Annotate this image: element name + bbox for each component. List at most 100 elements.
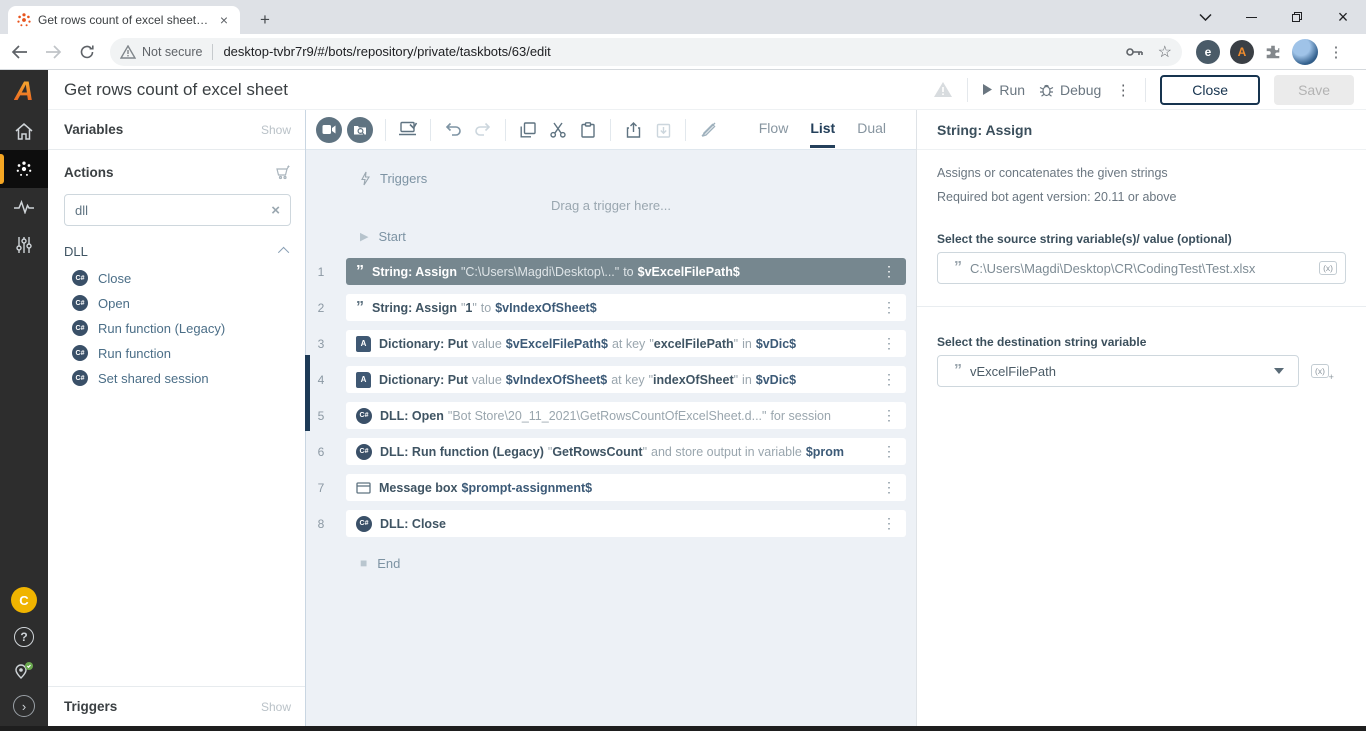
action-row[interactable]: 1”String: Assign"C:\Users\Magdi\Desktop\…	[306, 258, 906, 285]
detail-panel-header: String: Assign	[917, 110, 1366, 150]
action-card[interactable]: ADictionary: Putvalue$vExcelFilePath$at …	[346, 330, 906, 357]
action-card[interactable]: C#DLL: Close⋮	[346, 510, 906, 537]
bottom-strip	[0, 726, 1366, 731]
row-number: 4	[306, 373, 336, 387]
action-card[interactable]: ADictionary: Putvalue$vIndexOfSheet$at k…	[346, 366, 906, 393]
browser-tab[interactable]: Get rows count of excel sheet | E ×	[8, 6, 240, 34]
action-row[interactable]: 4 ADictionary: Putvalue$vIndexOfSheet$at …	[306, 366, 906, 393]
start-node[interactable]: ▶ Start	[360, 224, 916, 248]
bookmark-star-icon[interactable]: ☆	[1158, 42, 1172, 62]
extension-e-icon[interactable]: e	[1196, 40, 1220, 64]
undo-button[interactable]	[440, 118, 466, 142]
row-number: 2	[306, 301, 336, 315]
action-row[interactable]: 6C#DLL: Run function (Legacy)"GetRowsCou…	[306, 438, 906, 465]
extensions-puzzle-icon[interactable]	[1264, 43, 1282, 61]
settings-sliders-icon[interactable]	[0, 226, 48, 264]
row-menu-button[interactable]: ⋮	[882, 443, 896, 460]
row-menu-button[interactable]: ⋮	[882, 407, 896, 424]
import-button[interactable]	[650, 118, 676, 142]
row-menu-button[interactable]: ⋮	[882, 515, 896, 532]
triggers-show-button[interactable]: Show	[261, 700, 291, 714]
bots-icon[interactable]	[0, 150, 48, 188]
collapse-chevron-icon[interactable]	[278, 247, 289, 258]
copy-button[interactable]	[515, 118, 541, 142]
action-row[interactable]: 7Message box$prompt-assignment$⋮	[306, 474, 906, 501]
expand-rail-icon[interactable]: ›	[13, 695, 35, 717]
actions-search-field[interactable]: ×	[64, 194, 291, 226]
create-variable-button[interactable]: (x)+	[1311, 364, 1329, 379]
action-item[interactable]: C#Run function (Legacy)	[48, 316, 305, 340]
recorder-button[interactable]	[316, 117, 342, 143]
triggers-node[interactable]: Triggers	[360, 166, 916, 190]
bot-store-icon[interactable]	[275, 164, 291, 180]
search-input[interactable]	[75, 203, 271, 218]
tab-list[interactable]: List	[810, 120, 835, 148]
run-button[interactable]: Run	[982, 82, 1025, 98]
row-menu-button[interactable]: ⋮	[882, 479, 896, 496]
action-row[interactable]: 3ADictionary: Putvalue$vExcelFilePath$at…	[306, 330, 906, 357]
device-status-icon[interactable]	[13, 661, 35, 681]
insert-variable-button[interactable]: (x)	[1319, 261, 1337, 276]
action-card[interactable]: C#DLL: Open"Bot Store\20_11_2021\GetRows…	[346, 402, 906, 429]
action-card[interactable]: ”String: Assign"C:\Users\Magdi\Desktop\.…	[346, 258, 906, 285]
action-item[interactable]: C#Set shared session	[48, 366, 305, 390]
chevron-down-icon[interactable]	[1274, 368, 1284, 374]
action-row[interactable]: 2 ”String: Assign"1"to$vIndexOfSheet$⋮	[306, 294, 906, 321]
cut-button[interactable]	[545, 118, 571, 142]
device-check-icon[interactable]	[395, 118, 421, 142]
close-button[interactable]: Close	[1160, 75, 1260, 105]
action-row[interactable]: 5C#DLL: Open"Bot Store\20_11_2021\GetRow…	[306, 402, 906, 429]
url-text[interactable]: desktop-tvbr7r9/#/bots/repository/privat…	[223, 44, 550, 59]
profile-avatar[interactable]	[1292, 39, 1318, 65]
action-card[interactable]: ”String: Assign"1"to$vIndexOfSheet$⋮	[346, 294, 906, 321]
redo-button[interactable]	[470, 118, 496, 142]
row-menu-button[interactable]: ⋮	[882, 335, 896, 352]
destination-variable-dropdown[interactable]: ” vExcelFilePath	[937, 355, 1299, 387]
home-icon[interactable]	[0, 112, 48, 150]
end-node[interactable]: ■ End	[360, 551, 916, 575]
paste-button[interactable]	[575, 118, 601, 142]
variables-show-button[interactable]: Show	[261, 123, 291, 137]
window-close-button[interactable]: ×	[1320, 0, 1366, 34]
debug-button[interactable]: Debug	[1039, 82, 1101, 98]
automation-anywhere-logo[interactable]: A	[0, 70, 48, 112]
header-menu-icon[interactable]: ⋮	[1115, 81, 1131, 99]
action-row[interactable]: 8C#DLL: Close⋮	[306, 510, 906, 537]
forward-icon[interactable]	[38, 37, 68, 67]
window-restore-button[interactable]	[1274, 0, 1320, 34]
action-item[interactable]: C#Open	[48, 291, 305, 315]
canvas-scroll-thumb[interactable]	[305, 355, 310, 431]
tab-flow[interactable]: Flow	[759, 120, 789, 148]
clear-search-icon[interactable]: ×	[271, 202, 280, 219]
tab-dual[interactable]: Dual	[857, 120, 886, 148]
help-icon[interactable]: ?	[14, 627, 34, 647]
source-value-field[interactable]: ” C:\Users\Magdi\Desktop\CR\CodingTest\T…	[937, 252, 1346, 284]
browser-menu-icon[interactable]: ⋮	[1328, 43, 1344, 61]
csharp-icon: C#	[356, 444, 372, 460]
source-value[interactable]: C:\Users\Magdi\Desktop\CR\CodingTest\Tes…	[970, 261, 1319, 276]
save-button[interactable]: Save	[1274, 75, 1354, 105]
window-minimize-button[interactable]	[1228, 0, 1274, 34]
action-group-header[interactable]: DLL	[48, 236, 305, 266]
action-item[interactable]: C#Close	[48, 266, 305, 290]
share-export-button[interactable]	[620, 118, 646, 142]
user-avatar[interactable]: C	[11, 587, 37, 613]
back-icon[interactable]	[4, 37, 34, 67]
reload-icon[interactable]	[72, 37, 102, 67]
extension-aa-icon[interactable]: A	[1230, 40, 1254, 64]
errors-warning-icon[interactable]	[933, 81, 953, 98]
action-item[interactable]: C#Run function	[48, 341, 305, 365]
capture-preview-button[interactable]	[347, 117, 373, 143]
not-secure-label[interactable]: Not secure	[142, 45, 202, 59]
url-field[interactable]: Not secure desktop-tvbr7r9/#/bots/reposi…	[110, 38, 1182, 66]
row-menu-button[interactable]: ⋮	[882, 299, 896, 316]
window-chevron-icon[interactable]	[1182, 0, 1228, 34]
new-tab-button[interactable]: +	[252, 7, 278, 33]
action-card[interactable]: Message box$prompt-assignment$⋮	[346, 474, 906, 501]
tab-close-icon[interactable]: ×	[216, 12, 232, 28]
row-menu-button[interactable]: ⋮	[882, 371, 896, 388]
row-menu-button[interactable]: ⋮	[882, 263, 896, 280]
action-card[interactable]: C#DLL: Run function (Legacy)"GetRowsCoun…	[346, 438, 906, 465]
password-key-icon[interactable]	[1126, 47, 1144, 57]
activity-icon[interactable]	[0, 188, 48, 226]
